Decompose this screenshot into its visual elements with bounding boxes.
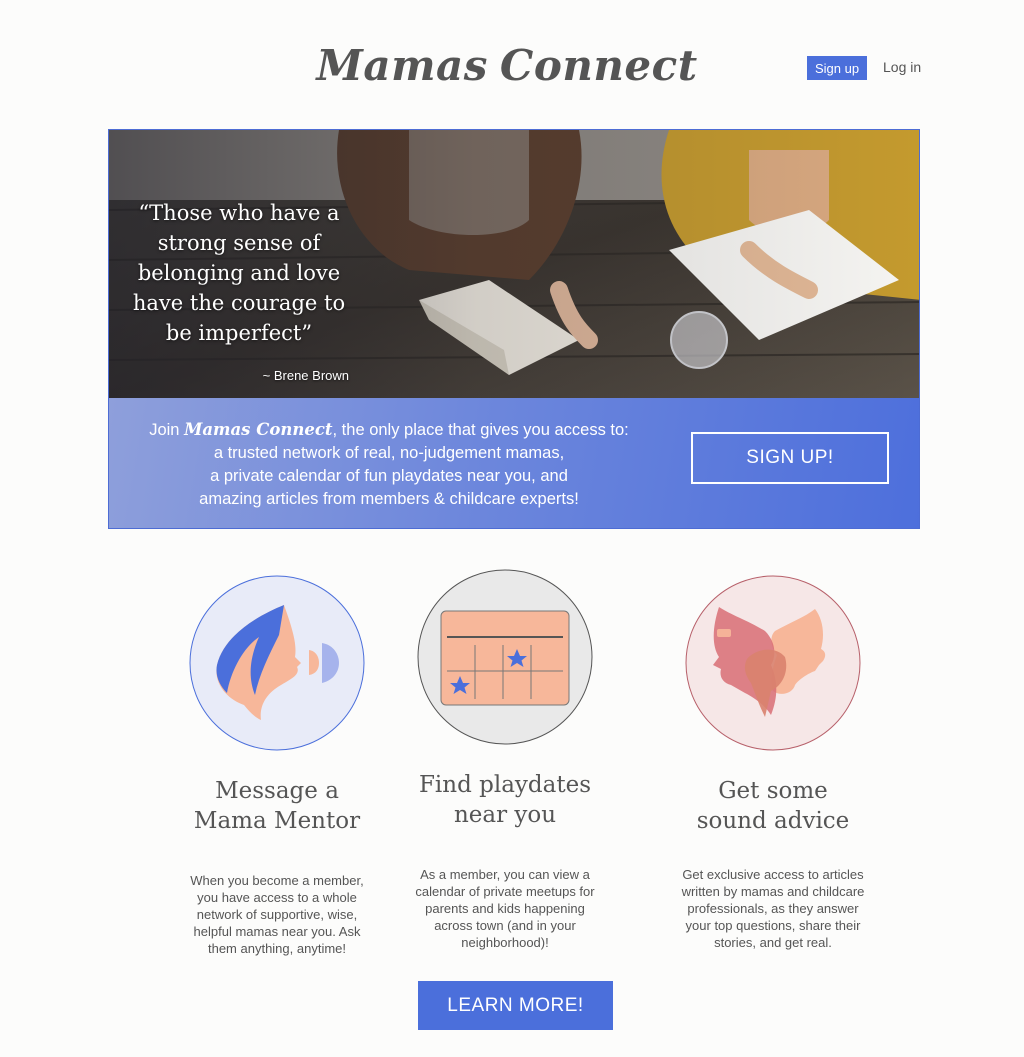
feature-title-line1: Message a	[215, 778, 339, 804]
site-header: Mamas Connect Sign up Log in	[0, 0, 1024, 120]
band-prefix: Join	[149, 421, 185, 439]
feature-mama-mentor: Message a Mama Mentor When you become a …	[157, 575, 397, 957]
speaking-mama-icon	[189, 575, 365, 751]
band-suffix: , the only place that gives you access t…	[332, 421, 629, 439]
band-line-4: amazing articles from members & childcar…	[199, 490, 579, 508]
logo-word-right: Connect	[499, 40, 698, 90]
feature-title-line2: sound advice	[696, 808, 850, 834]
feature-title-line2: Mama Mentor	[193, 808, 361, 834]
hero-banner: “Those who have a strong sense of belong…	[108, 129, 920, 529]
feature-title-line1: Get some	[718, 778, 828, 804]
band-line-3: a private calendar of fun playdates near…	[210, 467, 568, 485]
feature-body: When you become a member, you have acces…	[190, 873, 364, 956]
hero-signup-button[interactable]: SIGN UP!	[691, 432, 889, 484]
feature-body: As a member, you can view a calendar of …	[415, 867, 595, 950]
feature-playdates: Find playdates near you As a member, you…	[385, 569, 625, 951]
feature-title: Get some sound advice	[653, 776, 893, 836]
feature-title-line1: Find playdates	[418, 772, 592, 798]
feature-sound-advice: Get some sound advice Get exclusive acce…	[653, 575, 893, 951]
site-logo[interactable]: Mamas Connect	[316, 30, 697, 100]
feature-title: Message a Mama Mentor	[157, 776, 397, 836]
header-signup-button[interactable]: Sign up	[807, 56, 867, 80]
logo-word-left: Mamas	[316, 40, 488, 90]
band-line-1: Join Mamas Connect, the only place that …	[129, 418, 649, 442]
login-link[interactable]: Log in	[883, 59, 921, 75]
hero-cta-band: Join Mamas Connect, the only place that …	[109, 398, 919, 528]
calendar-icon	[417, 569, 593, 745]
two-mamas-icon	[685, 575, 861, 751]
hero-band-text: Join Mamas Connect, the only place that …	[129, 418, 649, 511]
feature-title: Find playdates near you	[385, 770, 625, 830]
hero-quote: “Those who have a strong sense of belong…	[132, 201, 346, 345]
feature-title-line2: near you	[453, 802, 557, 828]
learn-more-button[interactable]: LEARN MORE!	[418, 981, 613, 1030]
feature-body: Get exclusive access to articles written…	[681, 867, 865, 950]
band-line-2: a trusted network of real, no-judgement …	[213, 444, 565, 462]
quote-author: ~ Brene Brown	[262, 368, 349, 383]
band-brand: Mamas Connect	[184, 420, 333, 439]
